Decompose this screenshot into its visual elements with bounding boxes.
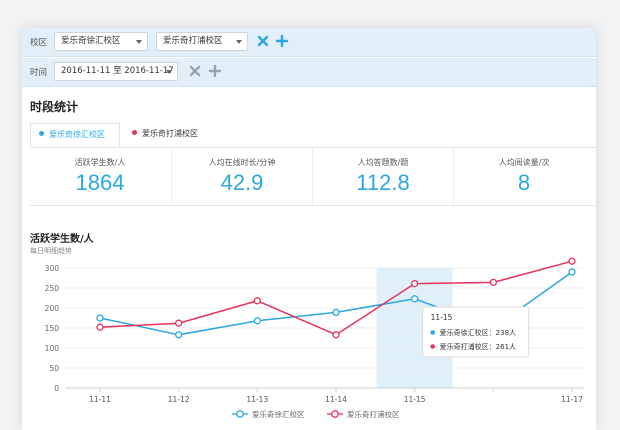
data-point <box>96 314 104 322</box>
x-tick-label: 11-12 <box>168 395 190 404</box>
x-tick-label: 11-17 <box>561 395 583 404</box>
data-point <box>175 319 183 327</box>
y-tick-label: 150 <box>45 324 60 333</box>
data-point <box>332 308 340 317</box>
data-point <box>411 279 419 288</box>
x-tick-label: 11-11 <box>89 395 111 404</box>
line-chart: 0 50 100 150 200 250 300 11-11 11-12 11-13 11-14 11… <box>45 257 584 419</box>
y-tick-label: 300 <box>45 264 60 273</box>
data-point <box>253 317 261 325</box>
y-tick-label: 0 <box>54 384 59 393</box>
data-point <box>332 331 340 339</box>
x-tick-label: 11-14 <box>325 395 347 404</box>
legend-marker <box>236 410 244 418</box>
legend-label: 爱乐奇打浦校区 <box>347 409 400 419</box>
x-tick-label: 11-15 <box>404 395 426 404</box>
stats-panel: 校区 爱乐奇徐汇校区 爱乐奇打浦校区 时间 2016-11-11 至 2016-… <box>22 28 596 430</box>
data-point <box>96 323 104 331</box>
data-point <box>568 268 576 276</box>
y-tick-label: 100 <box>45 344 60 353</box>
y-tick-label: 250 <box>45 284 60 293</box>
tooltip-row: 爱乐奇打浦校区：261人 <box>440 342 516 351</box>
tooltip-row: 爱乐奇徐汇校区：238人 <box>440 328 516 337</box>
tooltip-dot <box>430 330 435 335</box>
data-point <box>489 278 497 287</box>
tooltip-dot <box>430 344 435 349</box>
y-tick-label: 50 <box>49 364 59 373</box>
tooltip-title: 11-15 <box>431 313 453 322</box>
legend-label: 爱乐奇徐汇校区 <box>252 409 305 419</box>
x-tick-label: 11-13 <box>246 395 268 404</box>
data-point <box>568 257 576 265</box>
data-point <box>175 331 183 339</box>
data-point <box>411 295 419 303</box>
y-tick-label: 200 <box>45 304 60 313</box>
data-point <box>253 297 261 305</box>
legend-marker <box>331 410 339 418</box>
